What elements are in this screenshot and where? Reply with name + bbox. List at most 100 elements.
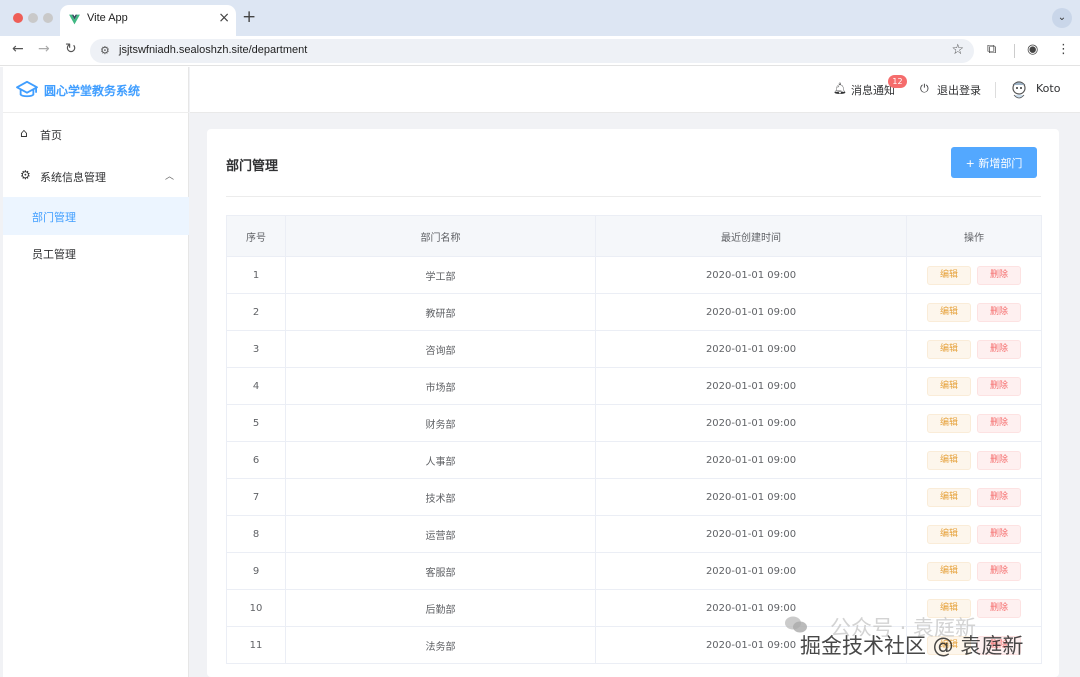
header-divider [995,82,996,98]
table-row: 4 市场部 2020-01-01 09:00 编辑 删除 [226,367,1042,405]
app-logo[interactable]: 圆心学堂教务系统 [3,67,189,113]
cell-created-time: 2020-01-01 09:00 [595,441,907,479]
cell-index: 9 [226,552,286,590]
window-close-button[interactable] [13,13,23,23]
table-row: 1 学工部 2020-01-01 09:00 编辑 删除 [226,256,1042,294]
cell-department-name: 技术部 [285,478,596,516]
cell-created-time: 2020-01-01 09:00 [595,478,907,516]
table-header-row: 序号 部门名称 最近创建时间 操作 [226,215,1042,257]
cell-created-time: 2020-01-01 09:00 [595,404,907,442]
tab-close-icon[interactable]: × [218,10,230,26]
window-minimize-button[interactable] [28,13,38,23]
delete-button[interactable]: 删除 [977,302,1021,322]
username[interactable]: Koto [1036,82,1060,95]
cell-department-name: 客服部 [285,552,596,590]
table-row: 3 咨询部 2020-01-01 09:00 编辑 删除 [226,330,1042,368]
table-body: 1 学工部 2020-01-01 09:00 编辑 删除 2 教研部 2020-01-01 0… [226,256,1042,664]
new-tab-button[interactable]: + [242,7,256,27]
edit-button[interactable]: 编辑 [927,524,971,544]
tab-search-chevron-icon[interactable]: ⌄ [1052,8,1072,28]
delete-button[interactable]: 删除 [977,376,1021,396]
window-maximize-button[interactable] [43,13,53,23]
delete-button[interactable]: 删除 [977,561,1021,581]
delete-button[interactable]: 删除 [977,450,1021,470]
sidebar-item-home[interactable]: ⌂ 首页 [3,115,189,153]
cell-actions: 编辑 删除 [906,478,1042,516]
tab-title: Vite App [87,12,128,24]
sidebar-item-employee[interactable]: 员工管理 [3,234,189,272]
back-arrow-icon[interactable]: ← [12,41,24,57]
address-bar[interactable]: ⚙ jsjtswfniadh.sealoshzh.site/department… [90,39,974,63]
cell-department-name: 教研部 [285,293,596,331]
edit-button[interactable]: 编辑 [927,561,971,581]
sidebar-item-department[interactable]: 部门管理 [3,197,189,235]
table-row: 8 运营部 2020-01-01 09:00 编辑 删除 [226,515,1042,553]
browser-titlebar: Vite App × + ⌄ [0,0,1080,36]
avatar[interactable] [1009,79,1029,101]
department-table: 序号 部门名称 最近创建时间 操作 1 学工部 2020-01-01 09:00 编辑… [226,215,1042,664]
cell-actions: 编辑 删除 [906,256,1042,294]
bell-icon[interactable]: 🔔︎ [833,82,847,95]
power-icon[interactable]: ⏻ [920,82,929,96]
browser-tab[interactable]: Vite App × [60,5,236,36]
edit-button[interactable]: 编辑 [927,265,971,285]
column-header-time: 最近创建时间 [595,215,907,257]
edit-button[interactable]: 编辑 [927,413,971,433]
column-header-name: 部门名称 [285,215,596,257]
cell-created-time: 2020-01-01 09:00 [595,367,907,405]
sidebar: 圆心学堂教务系统 ⌂ 首页 ⚙ 系统信息管理 ︿ 部门管理 员工管理 [3,67,189,677]
cell-department-name: 人事部 [285,441,596,479]
cell-department-name: 运营部 [285,515,596,553]
reload-icon[interactable]: ↻ [65,41,77,57]
delete-button[interactable]: 删除 [977,265,1021,285]
site-info-icon[interactable]: ⚙ [100,44,110,57]
table-row: 2 教研部 2020-01-01 09:00 编辑 删除 [226,293,1042,331]
chevron-up-icon: ︿ [164,172,174,182]
cell-index: 2 [226,293,286,331]
sidebar-item-label: 部门管理 [32,211,76,224]
edit-button[interactable]: 编辑 [927,487,971,507]
kebab-menu-icon[interactable]: ⋮ [1057,42,1070,57]
edit-button[interactable]: 编辑 [927,450,971,470]
sidebar-item-label: 首页 [40,129,62,142]
watermark-line-2: 掘金技术社区 @ 袁庭新 [800,634,1024,658]
table-row: 9 客服部 2020-01-01 09:00 编辑 删除 [226,552,1042,590]
delete-button[interactable]: 删除 [977,413,1021,433]
edit-button[interactable]: 编辑 [927,339,971,359]
bookmark-star-icon[interactable]: ☆ [951,42,964,58]
cell-actions: 编辑 删除 [906,441,1042,479]
cell-actions: 编辑 删除 [906,367,1042,405]
gear-icon: ⚙ [20,168,31,182]
cell-actions: 编辑 删除 [906,515,1042,553]
cell-department-name: 法务部 [285,626,596,664]
cell-created-time: 2020-01-01 09:00 [595,293,907,331]
cell-index: 8 [226,515,286,553]
delete-button[interactable]: 删除 [977,339,1021,359]
cell-index: 5 [226,404,286,442]
extensions-puzzle-icon[interactable]: ⧉ [987,42,996,57]
cell-actions: 编辑 删除 [906,552,1042,590]
edit-button[interactable]: 编辑 [927,376,971,396]
app-header: 🔔︎ 消息通知 12 ⏻ 退出登录 Koto [190,67,1080,113]
delete-button[interactable]: 删除 [977,524,1021,544]
forward-arrow-icon[interactable]: → [38,41,50,57]
add-department-button[interactable]: + 新增部门 [951,147,1037,178]
edit-button[interactable]: 编辑 [927,302,971,322]
url-text[interactable]: jsjtswfniadh.sealoshzh.site/department [119,44,307,56]
sidebar-item-label: 系统信息管理 [40,171,106,184]
logout-link[interactable]: 退出登录 [937,82,981,98]
sidebar-item-label: 员工管理 [32,248,76,261]
cell-index: 10 [226,589,286,627]
cell-department-name: 财务部 [285,404,596,442]
cell-created-time: 2020-01-01 09:00 [595,330,907,368]
sidebar-item-system-info[interactable]: ⚙ 系统信息管理 ︿ [3,157,189,195]
cell-department-name: 学工部 [285,256,596,294]
vite-logo-icon [69,14,80,25]
divider [226,196,1041,197]
browser-toolbar: ← → ↻ ⚙ jsjtswfniadh.sealoshzh.site/depa… [0,36,1080,66]
table-row: 7 技术部 2020-01-01 09:00 编辑 删除 [226,478,1042,516]
app-name: 圆心学堂教务系统 [44,84,141,98]
delete-button[interactable]: 删除 [977,487,1021,507]
graduation-cap-icon [16,80,38,98]
profile-icon[interactable]: ◉ [1027,42,1038,57]
